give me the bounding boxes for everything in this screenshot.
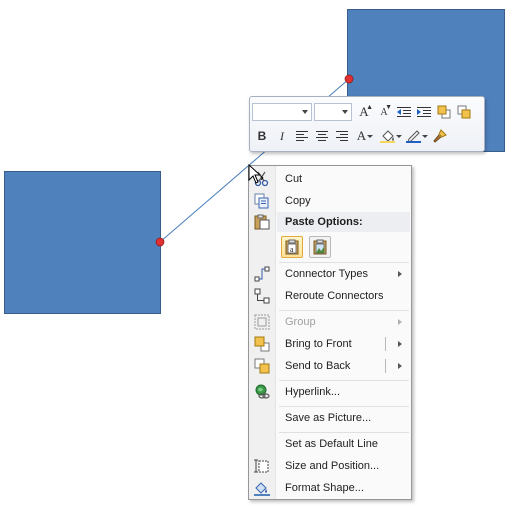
increase-indent-button[interactable] [414,102,434,122]
menu-item-label: Save as Picture... [285,412,372,424]
bring-forward-icon [437,105,451,119]
submenu-arrow-icon[interactable] [398,363,402,369]
send-backward-icon [457,105,471,119]
svg-text:a: a [290,245,294,254]
menu-item-bring-to-front[interactable]: Bring to Front [249,333,411,355]
format-shape-icon [254,480,270,496]
chevron-down-icon [422,134,428,138]
increase-indent-icon [417,107,431,117]
menu-item-label: Hyperlink... [285,386,341,398]
chevron-down-icon [396,134,402,138]
shape-outline-button[interactable] [404,126,430,146]
submenu-arrow-icon [398,319,402,325]
grow-font-button[interactable]: A ▲ [354,102,374,122]
mini-toolbar-row-2: B I A [252,125,482,147]
paste-picture-icon [313,239,327,255]
paste-options-label: Paste Options: [285,216,363,228]
mouse-cursor-icon [248,164,264,184]
connector-start-handle[interactable] [155,237,165,247]
font-size-combo[interactable] [314,103,352,121]
menu-item-group[interactable]: Group [249,311,411,333]
chevron-down-icon [367,134,374,138]
menu-item-save-as-picture[interactable]: Save as Picture... [249,407,411,429]
submenu-arrow-icon[interactable] [398,341,402,347]
context-menu: Cut Copy Paste Options: a Connector Type… [248,165,412,500]
font-name-combo[interactable] [252,103,312,121]
menu-item-copy[interactable]: Copy [249,190,411,212]
menu-item-label: Format Shape... [285,482,364,494]
font-color-button[interactable]: A [352,126,378,146]
mini-toolbar-row-1: A ▲ A ▼ [252,101,482,123]
send-backward-button[interactable] [454,102,474,122]
menu-item-format-shape[interactable]: Format Shape... [249,477,411,499]
size-and-position-icon [254,458,270,474]
align-right-button[interactable] [332,126,352,146]
menu-item-size-and-position[interactable]: Size and Position... [249,455,411,477]
reroute-connectors-icon [254,288,270,304]
menu-item-hyperlink[interactable]: Hyperlink... [249,381,411,403]
submenu-arrow-icon [398,271,402,277]
format-painter-button[interactable] [430,126,450,146]
group-icon [254,314,270,330]
decrease-indent-button[interactable] [394,102,414,122]
paint-bucket-icon [380,130,395,143]
font-color-icon: A [356,128,367,143]
copy-icon [254,193,270,209]
shrink-font-button[interactable]: A ▼ [374,102,394,122]
menu-item-label: Send to Back [285,360,351,372]
menu-item-label: Size and Position... [285,460,380,472]
down-caret-icon: ▼ [385,104,392,111]
bring-forward-button[interactable] [434,102,454,122]
split-divider [385,337,386,351]
pen-outline-icon [406,130,421,143]
menu-item-label: Group [285,316,316,328]
connector-types-icon [254,266,270,282]
hyperlink-globe-icon [254,384,270,400]
menu-item-label: Connector Types [285,268,368,280]
mini-toolbar: A ▲ A ▼ B I A [249,96,485,152]
italic-button[interactable]: I [272,126,292,146]
split-divider [385,359,386,373]
menu-item-reroute-connectors[interactable]: Reroute Connectors [249,285,411,307]
menu-item-label: Copy [285,195,311,207]
up-caret-icon: ▲ [366,104,373,111]
paste-picture-button[interactable] [309,236,331,258]
menu-item-send-to-back[interactable]: Send to Back [249,355,411,377]
menu-item-label: Set as Default Line [285,438,378,450]
menu-item-label: Cut [285,173,303,185]
menu-item-cut[interactable]: Cut [249,168,411,190]
send-to-back-icon [254,358,270,374]
paste-keep-text-button[interactable]: a [281,236,303,258]
chevron-down-icon [302,110,308,114]
menu-item-label: Bring to Front [285,338,352,350]
paste-text-icon: a [285,239,299,255]
chevron-down-icon [342,110,348,114]
menu-item-label: Reroute Connectors [285,290,384,302]
align-left-icon [296,130,308,141]
connector-end-handle[interactable] [344,74,354,84]
align-left-button[interactable] [292,126,312,146]
shape-fill-button[interactable] [378,126,404,146]
italic-icon: I [280,128,284,143]
bold-icon: B [257,129,267,143]
menu-item-connector-types[interactable]: Connector Types [249,263,411,285]
align-center-icon [316,130,328,141]
bold-button[interactable]: B [252,126,272,146]
bring-to-front-icon [254,336,270,352]
menu-item-set-as-default-line[interactable]: Set as Default Line [249,433,411,455]
align-center-button[interactable] [312,126,332,146]
format-painter-icon [433,129,447,143]
paste-icon [254,214,270,230]
decrease-indent-icon [397,107,411,117]
paste-options-header: Paste Options: [277,212,410,232]
align-right-icon [336,130,348,141]
